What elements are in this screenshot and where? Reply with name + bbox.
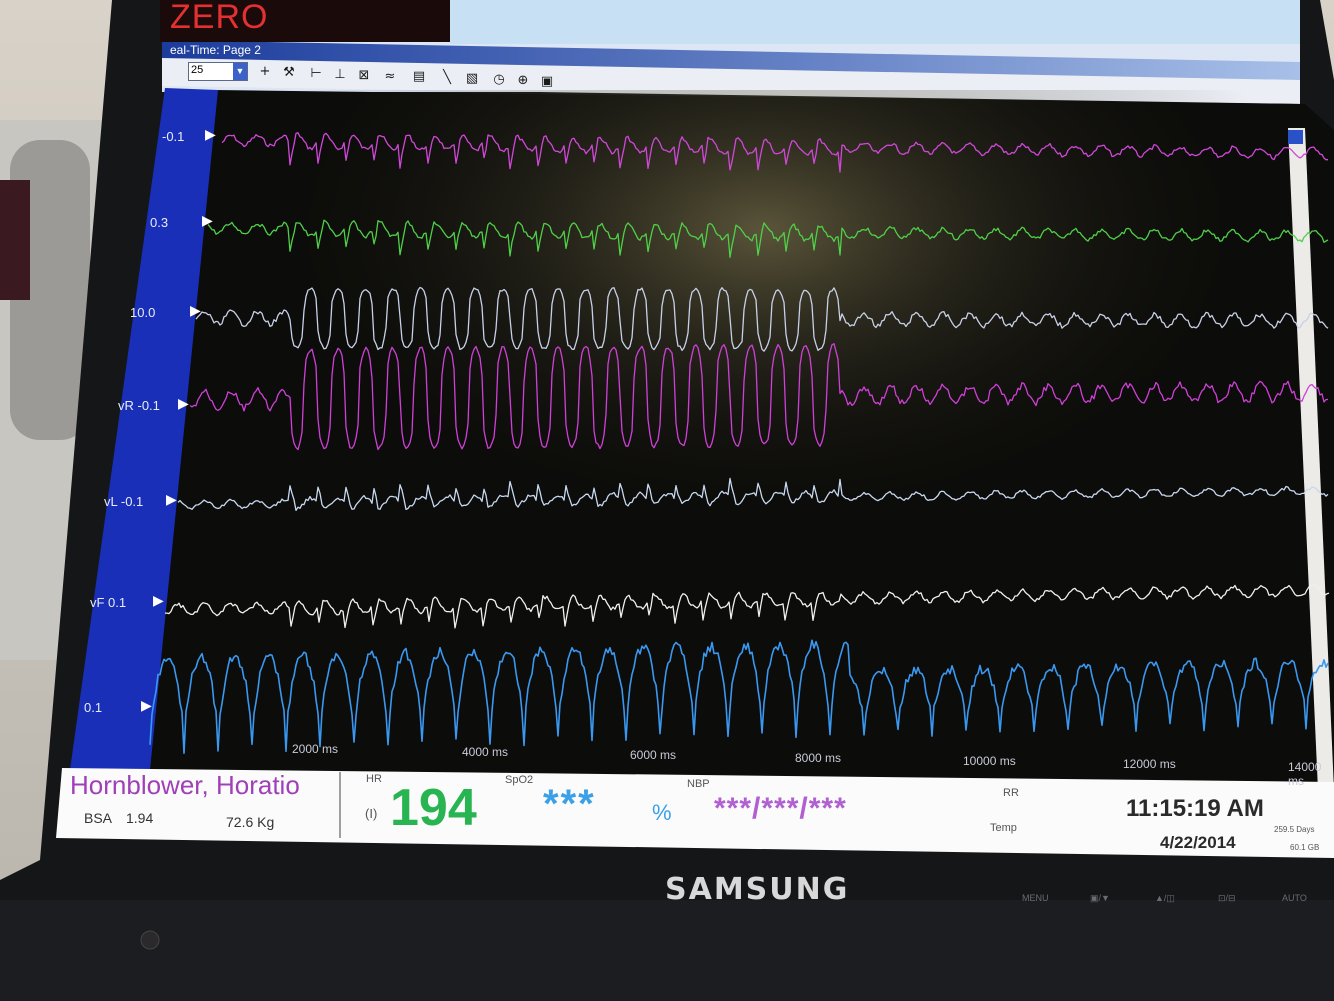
channel-label: -0.1 [162,129,185,144]
spo2-label: SpO2 [505,774,534,786]
channel-label: vF 0.1 [90,595,127,610]
hr-label: HR [366,773,382,785]
hr-source: (I) [365,806,378,821]
channel-label: 0.3 [150,215,169,230]
storage-size: 60.1 GB [1290,843,1320,852]
channel-marker-icon[interactable]: ▶ [141,698,152,714]
channel-marker-icon[interactable]: ▶ [202,213,213,229]
monitor-button[interactable]: ▣/▼ [1090,893,1110,904]
channel-label: vR -0.1 [118,398,160,413]
clock-time: 11:15:19 AM [1126,795,1264,822]
monitor-button[interactable]: MENU [1022,893,1049,903]
time-axis-tick-label: 14000 ms [1288,760,1322,788]
channel-marker-icon[interactable]: ▶ [153,593,164,609]
channel-label: vL -0.1 [104,494,144,509]
monitor-button[interactable]: AUTO [1282,893,1307,903]
monitor-brand-logo: SAMSUNG [665,872,850,907]
channel-marker-icon[interactable]: ▶ [166,492,177,508]
rr-label: RR [1003,787,1019,799]
waveform-area [149,132,1330,755]
spo2-unit: % [652,800,672,825]
weight-value: 72.6 Kg [226,814,275,830]
storage-days: 259.5 Days [1274,825,1315,834]
patient-name: Hornblower, Horatio [70,770,300,800]
bsa-value: 1.94 [126,810,154,826]
channel-label: 0.1 [84,700,103,715]
clock-date: 4/22/2014 [1160,833,1236,852]
time-axis-tick-label: 6000 ms [630,748,677,762]
bsa-label: BSA [84,810,113,826]
temp-label: Temp [990,822,1017,834]
channel-marker-icon[interactable]: ▶ [190,303,201,319]
waveform-trace [207,219,1329,258]
waveform-trace [195,286,1329,352]
nbp-value: ***/***/*** [714,792,847,825]
spo2-value: *** [543,782,596,826]
waveform-trace [221,132,1328,173]
channel-label: 10.0 [130,305,156,320]
waveform-trace [165,583,1330,629]
monitor-button[interactable]: ⊡/⊟ [1218,893,1236,904]
waveform-trace [189,343,1328,451]
monitor-button[interactable]: ▲/◫ [1155,893,1175,904]
time-axis-tick-label: 10000 ms [963,754,1016,768]
photo-scene: ZERO eal-Time: Page 2 25 ▼ + ⚒ ⊢ ⊥ ⊠ ≈ ▤ ╲ ▧ ◷ ⊕ ▣ … [0,0,1334,1001]
time-axis-tick-label: 8000 ms [795,751,842,765]
waveform-trace [177,477,1329,512]
waveform-trace [149,639,1329,755]
channel-marker-icon[interactable]: ▶ [178,396,189,412]
time-axis-tick-label: 4000 ms [462,745,509,759]
hr-value: 194 [390,779,477,837]
time-axis-tick-label: 2000 ms [292,742,339,756]
time-axis-tick-label: 12000 ms [1123,757,1176,771]
channel-marker-icon[interactable]: ▶ [205,127,216,143]
nbp-label: NBP [687,778,710,790]
